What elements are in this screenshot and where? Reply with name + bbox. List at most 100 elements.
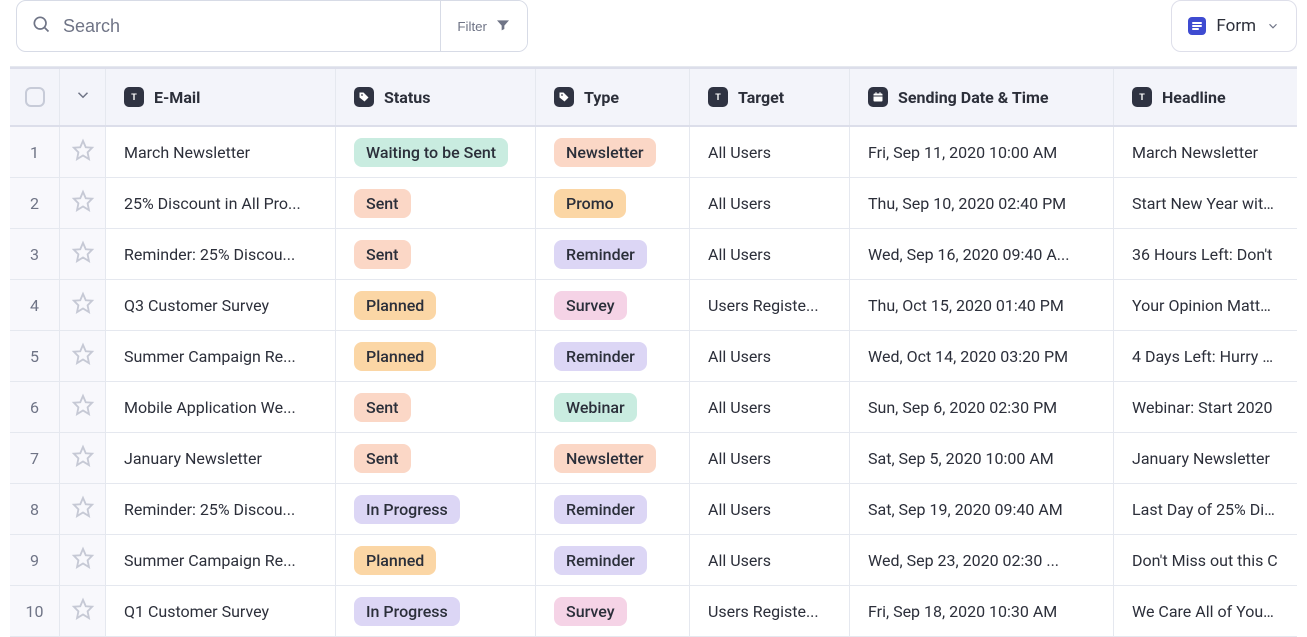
table-row[interactable]: 4Q3 Customer SurveyPlannedSurveyUsers Re… xyxy=(10,280,1297,331)
cell-date[interactable]: Wed, Oct 14, 2020 03:20 PM xyxy=(850,331,1114,381)
cell-type[interactable]: Webinar xyxy=(536,382,690,432)
cell-headline[interactable]: March Newsletter xyxy=(1114,127,1297,177)
search-input[interactable] xyxy=(61,15,426,38)
cell-target[interactable]: All Users xyxy=(690,127,850,177)
cell-type[interactable]: Promo xyxy=(536,178,690,228)
cell-target[interactable]: All Users xyxy=(690,331,850,381)
status-badge: Sent xyxy=(354,393,411,422)
table-row[interactable]: 10Q1 Customer SurveyIn ProgressSurveyUse… xyxy=(10,586,1297,637)
col-header-target[interactable]: T Target xyxy=(690,69,850,125)
cell-date[interactable]: Thu, Oct 15, 2020 01:40 PM xyxy=(850,280,1114,330)
col-header-date[interactable]: Sending Date & Time xyxy=(850,69,1114,125)
cell-email[interactable]: January Newsletter xyxy=(106,433,336,483)
cell-headline[interactable]: 36 Hours Left: Don't xyxy=(1114,229,1297,279)
cell-email[interactable]: Summer Campaign Re... xyxy=(106,535,336,585)
table-row[interactable]: 9Summer Campaign Re...PlannedReminderAll… xyxy=(10,535,1297,586)
cell-headline[interactable]: Your Opinion Matters xyxy=(1114,280,1297,330)
col-header-status[interactable]: Status xyxy=(336,69,536,125)
cell-date[interactable]: Fri, Sep 11, 2020 10:00 AM xyxy=(850,127,1114,177)
cell-email[interactable]: Reminder: 25% Discou... xyxy=(106,484,336,534)
table-row[interactable]: 5Summer Campaign Re...PlannedReminderAll… xyxy=(10,331,1297,382)
cell-type[interactable]: Survey xyxy=(536,586,690,636)
cell-date[interactable]: Sun, Sep 6, 2020 02:30 PM xyxy=(850,382,1114,432)
select-menu-cell[interactable] xyxy=(60,69,106,125)
cell-type[interactable]: Reminder xyxy=(536,535,690,585)
star-cell[interactable] xyxy=(60,484,106,534)
cell-email[interactable]: Q3 Customer Survey xyxy=(106,280,336,330)
star-cell[interactable] xyxy=(60,331,106,381)
view-switcher-button[interactable]: Form xyxy=(1171,0,1297,52)
cell-target[interactable]: All Users xyxy=(690,229,850,279)
cell-type[interactable]: Reminder xyxy=(536,331,690,381)
cell-type[interactable]: Newsletter xyxy=(536,127,690,177)
cell-target[interactable]: All Users xyxy=(690,484,850,534)
cell-date[interactable]: Wed, Sep 23, 2020 02:30 ... xyxy=(850,535,1114,585)
cell-headline[interactable]: Webinar: Start 2020 xyxy=(1114,382,1297,432)
cell-status[interactable]: Planned xyxy=(336,535,536,585)
cell-date[interactable]: Sat, Sep 19, 2020 09:40 AM xyxy=(850,484,1114,534)
target-text: All Users xyxy=(708,398,831,417)
cell-type[interactable]: Survey xyxy=(536,280,690,330)
col-header-email[interactable]: T E-Mail xyxy=(106,69,336,125)
cell-headline[interactable]: January Newsletter xyxy=(1114,433,1297,483)
star-cell[interactable] xyxy=(60,127,106,177)
cell-status[interactable]: In Progress xyxy=(336,586,536,636)
star-cell[interactable] xyxy=(60,229,106,279)
cell-target[interactable]: All Users xyxy=(690,433,850,483)
filter-button[interactable]: Filter xyxy=(441,1,527,51)
cell-status[interactable]: Sent xyxy=(336,229,536,279)
cell-email[interactable]: Summer Campaign Re... xyxy=(106,331,336,381)
cell-status[interactable]: Sent xyxy=(336,178,536,228)
cell-email[interactable]: March Newsletter xyxy=(106,127,336,177)
cell-date[interactable]: Fri, Sep 18, 2020 10:30 AM xyxy=(850,586,1114,636)
status-badge: Sent xyxy=(354,189,411,218)
select-all-checkbox[interactable] xyxy=(25,87,45,107)
cell-headline[interactable]: 4 Days Left: Hurry up xyxy=(1114,331,1297,381)
select-all-cell[interactable] xyxy=(10,69,60,125)
cell-target[interactable]: All Users xyxy=(690,535,850,585)
cell-type[interactable]: Newsletter xyxy=(536,433,690,483)
cell-headline[interactable]: We Care All of Your T xyxy=(1114,586,1297,636)
table-row[interactable]: 7January NewsletterSentNewsletterAll Use… xyxy=(10,433,1297,484)
table-row[interactable]: 225% Discount in All Pro...SentPromoAll … xyxy=(10,178,1297,229)
cell-email[interactable]: Q1 Customer Survey xyxy=(106,586,336,636)
cell-email[interactable]: Mobile Application We... xyxy=(106,382,336,432)
cell-date[interactable]: Wed, Sep 16, 2020 09:40 A... xyxy=(850,229,1114,279)
cell-date[interactable]: Sat, Sep 5, 2020 10:00 AM xyxy=(850,433,1114,483)
email-text: Q1 Customer Survey xyxy=(124,602,317,621)
cell-status[interactable]: In Progress xyxy=(336,484,536,534)
cell-type[interactable]: Reminder xyxy=(536,229,690,279)
star-cell[interactable] xyxy=(60,382,106,432)
cell-email[interactable]: Reminder: 25% Discou... xyxy=(106,229,336,279)
col-header-type[interactable]: Type xyxy=(536,69,690,125)
status-badge: Planned xyxy=(354,291,436,320)
star-cell[interactable] xyxy=(60,586,106,636)
cell-headline[interactable]: Don't Miss out this C xyxy=(1114,535,1297,585)
cell-headline[interactable]: Last Day of 25% Disc xyxy=(1114,484,1297,534)
cell-status[interactable]: Waiting to be Sent xyxy=(336,127,536,177)
table-row[interactable]: 6Mobile Application We...SentWebinarAll … xyxy=(10,382,1297,433)
search-box[interactable] xyxy=(17,1,440,51)
table-row[interactable]: 8Reminder: 25% Discou...In ProgressRemin… xyxy=(10,484,1297,535)
cell-status[interactable]: Sent xyxy=(336,433,536,483)
star-cell[interactable] xyxy=(60,535,106,585)
cell-status[interactable]: Sent xyxy=(336,382,536,432)
table-row[interactable]: 3Reminder: 25% Discou...SentReminderAll … xyxy=(10,229,1297,280)
cell-target[interactable]: All Users xyxy=(690,382,850,432)
tag-type-icon xyxy=(554,87,574,107)
table-row[interactable]: 1March NewsletterWaiting to be SentNewsl… xyxy=(10,127,1297,178)
cell-status[interactable]: Planned xyxy=(336,331,536,381)
star-cell[interactable] xyxy=(60,433,106,483)
col-header-headline[interactable]: T Headline xyxy=(1114,69,1297,125)
cell-type[interactable]: Reminder xyxy=(536,484,690,534)
cell-target[interactable]: All Users xyxy=(690,178,850,228)
cell-date[interactable]: Thu, Sep 10, 2020 02:40 PM xyxy=(850,178,1114,228)
cell-target[interactable]: Users Registe... xyxy=(690,586,850,636)
date-text: Sat, Sep 5, 2020 10:00 AM xyxy=(868,449,1095,468)
star-cell[interactable] xyxy=(60,178,106,228)
cell-status[interactable]: Planned xyxy=(336,280,536,330)
star-cell[interactable] xyxy=(60,280,106,330)
cell-headline[interactable]: Start New Year with 2 xyxy=(1114,178,1297,228)
cell-email[interactable]: 25% Discount in All Pro... xyxy=(106,178,336,228)
cell-target[interactable]: Users Registe... xyxy=(690,280,850,330)
